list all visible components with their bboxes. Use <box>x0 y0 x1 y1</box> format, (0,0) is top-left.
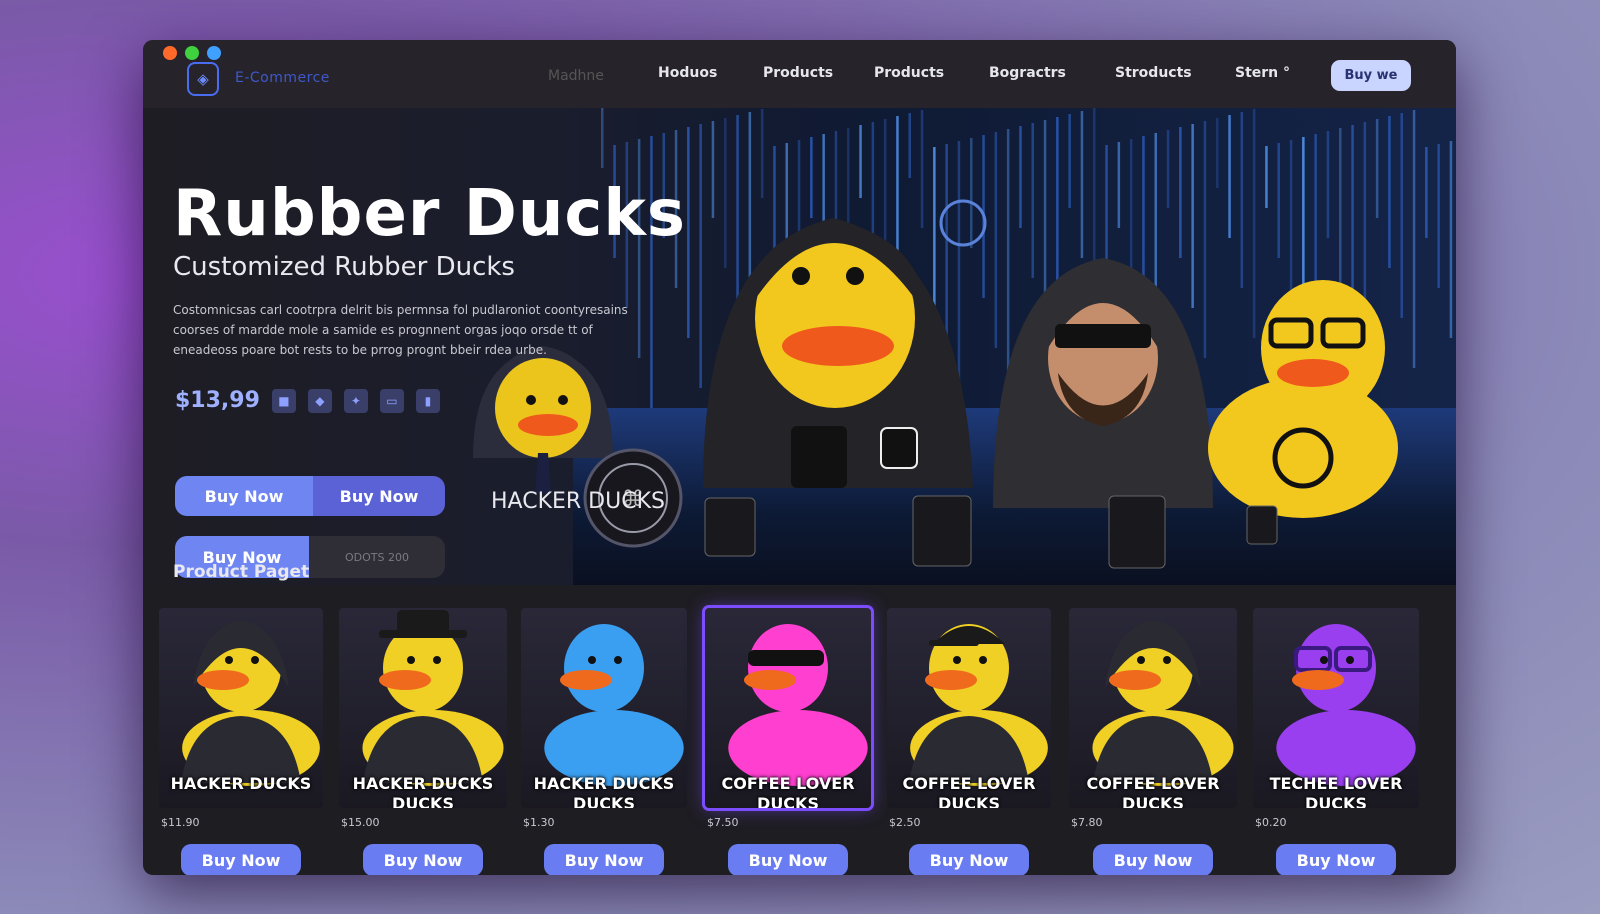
hero-subtitle: Customized Rubber Ducks <box>173 252 515 282</box>
bar-icon[interactable]: ▮ <box>415 388 440 413</box>
buy-top-button[interactable]: Buy we <box>1331 60 1411 91</box>
nav-item-products-1[interactable]: Products <box>763 65 874 81</box>
product-name: HACKER DUCKS DUCKS <box>352 774 494 808</box>
product-price: $15.00 <box>341 816 380 829</box>
product-buy-button[interactable]: Buy Now <box>909 844 1029 875</box>
product-card[interactable]: COFFEE LOVER DUCKS <box>1069 608 1237 808</box>
buy-now-button-2[interactable]: Buy Now <box>313 476 445 516</box>
product-buy-button[interactable]: Buy Now <box>181 844 301 875</box>
product-name: HACKER DUCKS <box>170 774 312 793</box>
product-buy-button[interactable]: Buy Now <box>544 844 664 875</box>
spark-icon[interactable]: ✦ <box>343 388 368 413</box>
product-buy-button[interactable]: Buy Now <box>1093 844 1213 875</box>
product-price: $11.90 <box>161 816 200 829</box>
hero-banner: ⌘ HACKER DUCKS Rubber Ducks Customized R… <box>143 108 1456 585</box>
glasses-duck-figure <box>1208 280 1398 518</box>
mug-icon <box>1246 505 1278 545</box>
floating-logo-icon <box>939 199 987 247</box>
mug-icon <box>912 495 972 567</box>
product-price: $7.50 <box>707 816 739 829</box>
buy-now-pair: Buy Now Buy Now <box>175 476 445 516</box>
maximize-window-icon[interactable] <box>207 46 221 60</box>
product-name: COFFEE LOVER DUCKS <box>1086 774 1220 808</box>
nav-item-stroducts[interactable]: Stroducts <box>1115 65 1235 81</box>
shield-logo-icon[interactable]: ◈ <box>187 62 219 96</box>
top-navbar: ◈ E-Commerce Madhne Hoduos Products Prod… <box>143 40 1456 108</box>
hoodie-duck-figure <box>703 218 973 488</box>
nav-item-products-2[interactable]: Products <box>874 65 989 81</box>
hero-description: Costomnicsas carl cootrpra delrit bis pe… <box>173 303 628 357</box>
mug-icon <box>704 497 756 557</box>
product-card[interactable]: HACKER DUCKS <box>159 608 323 808</box>
product-name: COFFEE LOVER DUCKS <box>721 774 855 808</box>
product-price: $0.20 <box>1255 816 1287 829</box>
product-name: COFFEE LOVER DUCKS <box>902 774 1036 808</box>
product-grid: HACKER DUCKS HACKER DUCKS DUCKS HACKER D… <box>159 605 1449 811</box>
nav-item-hoduos[interactable]: Hoduos <box>658 65 763 81</box>
product-buy-button[interactable]: Buy Now <box>1276 844 1396 875</box>
close-window-icon[interactable] <box>163 46 177 60</box>
nav-item-bogractrs[interactable]: Bogractrs <box>989 65 1115 81</box>
product-card[interactable]: HACKER DUCKS DUCKS <box>339 608 507 808</box>
hero-price: $13,99 <box>175 388 260 413</box>
product-price: $2.50 <box>889 816 921 829</box>
hacker-ducks-sign: HACKER DUCKS <box>491 489 665 514</box>
product-card[interactable]: TECHEE LOVER DUCKS <box>1253 608 1419 808</box>
product-buy-button[interactable]: Buy Now <box>728 844 848 875</box>
product-card[interactable]: COFFEE LOVER DUCKS <box>702 605 874 811</box>
product-card[interactable]: COFFEE LOVER DUCKS <box>887 608 1051 808</box>
browser-window: ◈ E-Commerce Madhne Hoduos Products Prod… <box>143 40 1456 875</box>
product-card[interactable]: HACKER DUCKS DUCKS <box>521 608 687 808</box>
nav-links: Hoduos Products Products Bogractrs Strod… <box>658 65 1315 81</box>
buy-now-button-1[interactable]: Buy Now <box>175 476 313 516</box>
product-name: TECHEE LOVER DUCKS <box>1269 774 1403 808</box>
nav-item-ghost[interactable]: Madhne <box>548 68 604 84</box>
minimize-window-icon[interactable] <box>185 46 199 60</box>
window-controls <box>163 46 221 60</box>
mug-icon <box>1108 495 1166 569</box>
square-icon[interactable]: ■ <box>271 388 296 413</box>
product-price: $7.80 <box>1071 816 1103 829</box>
price-row: $13,99 ■ ◆ ✦ ▭ ▮ <box>175 388 440 413</box>
shape-icon[interactable]: ◆ <box>307 388 332 413</box>
secondary-label: ODOTS 200 <box>345 550 409 564</box>
product-buy-button[interactable]: Buy Now <box>363 844 483 875</box>
brand-name[interactable]: E-Commerce <box>235 70 330 86</box>
product-price: $1.30 <box>523 816 555 829</box>
screen-icon[interactable]: ▭ <box>379 388 404 413</box>
hero-title: Rubber Ducks <box>173 177 686 251</box>
product-name: HACKER DUCKS DUCKS <box>533 774 675 808</box>
section-title: Product Paget <box>173 562 310 582</box>
nav-item-stern[interactable]: Stern ° <box>1235 65 1315 81</box>
bearded-hacker-figure <box>993 258 1213 508</box>
